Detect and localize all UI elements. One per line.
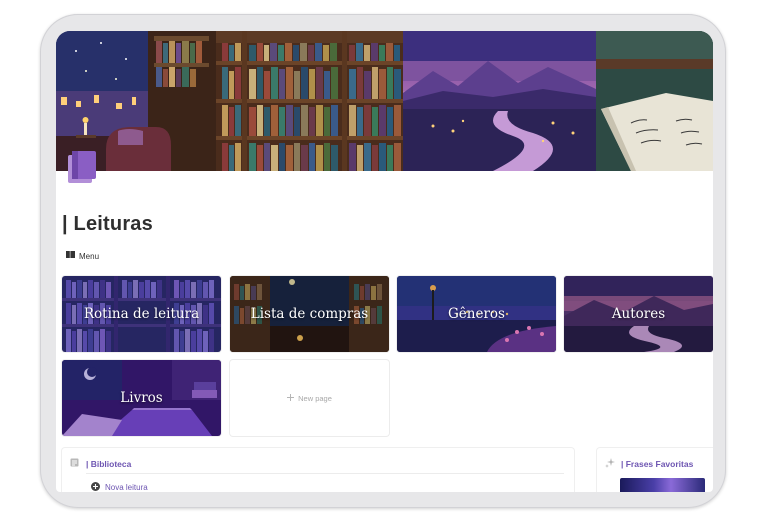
page-icon[interactable] (66, 149, 98, 185)
cover-panel-open-book (596, 31, 713, 171)
notion-page: | Leituras Menu Rotina de leitura Lista … (56, 31, 713, 492)
card-label: Rotina de leitura (83, 306, 200, 322)
frases-image (620, 478, 705, 492)
card-generos[interactable]: Gêneros (397, 276, 556, 352)
sparkles-icon (605, 458, 615, 470)
card-label: Autores (611, 306, 666, 322)
card-autores[interactable]: Autores (564, 276, 713, 352)
card-rotina-de-leitura[interactable]: Rotina de leitura (62, 276, 221, 352)
new-page-label: New page (298, 393, 332, 403)
menu-heading[interactable]: Menu (66, 251, 99, 261)
biblioteca-title: | Biblioteca (86, 458, 132, 469)
nova-leitura-button[interactable]: Nova leitura (91, 482, 148, 492)
divider (86, 473, 564, 474)
card-lista-de-compras[interactable]: Lista de compras (230, 276, 389, 352)
new-page-button[interactable]: New page (230, 360, 389, 436)
card-label: Gêneros (448, 306, 505, 322)
nova-leitura-label: Nova leitura (105, 483, 148, 492)
cover-image[interactable] (56, 31, 713, 171)
plus-icon (287, 393, 295, 403)
frases-favoritas-block: | Frases Favoritas (597, 448, 713, 492)
database-icon (70, 458, 79, 469)
card-label: Lista de compras (250, 306, 369, 322)
card-label: Livros (120, 390, 163, 406)
page-title: | Leituras (62, 213, 153, 235)
plus-circle-icon (91, 482, 100, 492)
cover-panel-landscape (403, 31, 596, 171)
book-icon (66, 251, 75, 261)
menu-label: Menu (79, 251, 100, 261)
biblioteca-heading[interactable]: | Biblioteca (70, 458, 131, 469)
cover-panel-bookshelf (216, 31, 403, 171)
frases-title: | Frases Favoritas (621, 459, 694, 469)
frases-heading[interactable]: | Frases Favoritas (605, 458, 693, 470)
card-livros[interactable]: Livros (62, 360, 221, 436)
biblioteca-database: | Biblioteca Nova leitura (62, 448, 574, 492)
